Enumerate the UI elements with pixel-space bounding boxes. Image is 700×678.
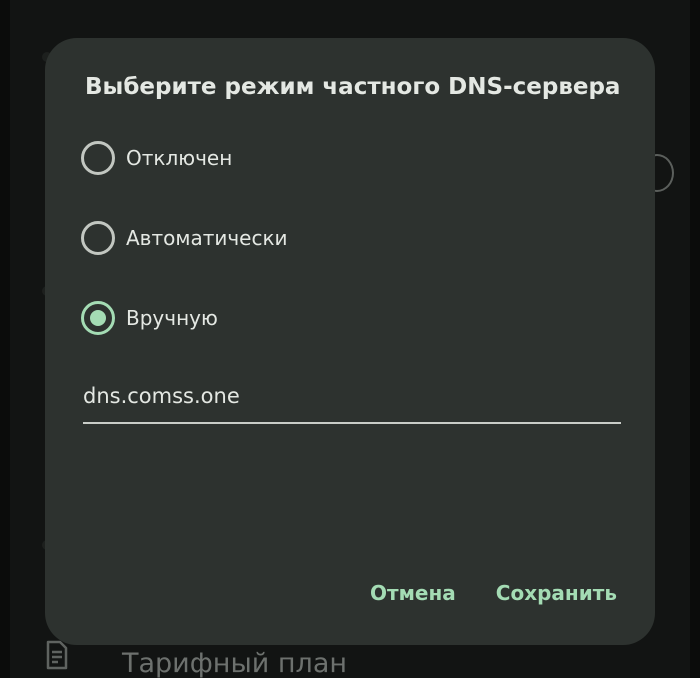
radio-selected-dot [90,310,106,326]
radio-button-selected[interactable] [81,301,115,335]
save-button[interactable]: Сохранить [496,581,617,605]
private-dns-dialog: Выберите режим частного DNS-сервера Откл… [45,38,655,645]
dialog-actions: Отмена Сохранить [370,581,617,605]
radio-button[interactable] [81,221,115,255]
option-label: Вручную [126,306,218,330]
screen: Тарифный план Выберите режим частного DN… [0,0,700,678]
option-automatic[interactable]: Автоматически [81,218,288,258]
dialog-title: Выберите режим частного DNS-сервера [85,74,621,100]
option-manual[interactable]: Вручную [81,298,218,338]
dns-hostname-input[interactable]: dns.comss.one [83,378,621,424]
dns-hostname-value[interactable]: dns.comss.one [83,384,240,408]
option-label: Автоматически [126,226,288,250]
radio-button[interactable] [81,141,115,175]
cancel-button[interactable]: Отмена [370,581,456,605]
option-label: Отключен [126,146,233,170]
background-tariff-label: Тарифный план [122,647,348,678]
option-off[interactable]: Отключен [81,138,232,178]
